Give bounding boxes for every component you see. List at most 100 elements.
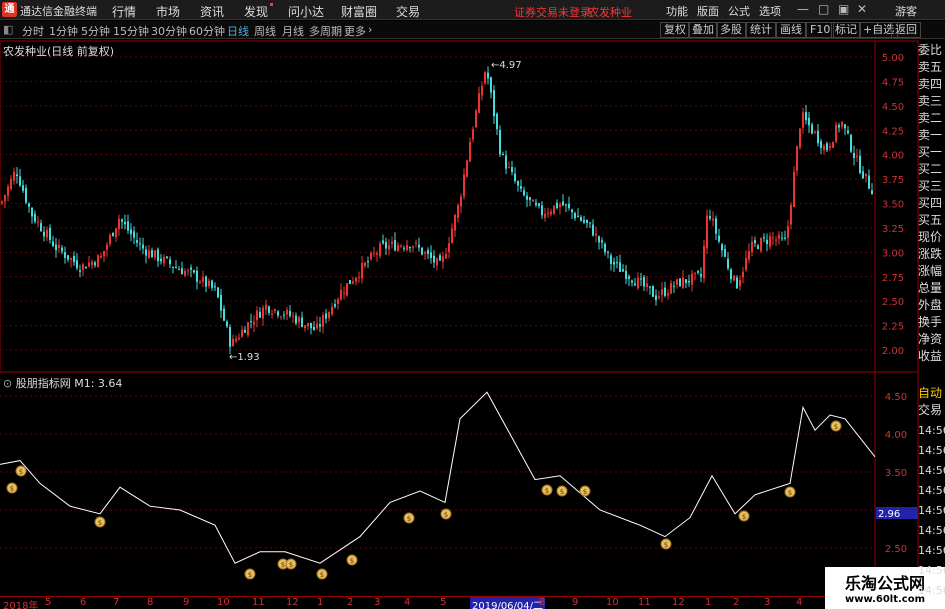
trade-time: 14:56 xyxy=(918,564,945,577)
candle-body xyxy=(829,146,831,148)
candle-body xyxy=(826,143,828,150)
money-bag-glyph: $ xyxy=(788,489,792,497)
month-tick-label: 2 xyxy=(733,597,740,608)
candle-body xyxy=(58,244,60,249)
price-tick-label: 3.75 xyxy=(882,175,904,186)
candle-body xyxy=(40,223,42,232)
candle-body xyxy=(616,262,618,264)
candle-body xyxy=(802,112,804,128)
candle-body xyxy=(835,124,837,142)
candle-body xyxy=(499,130,501,155)
candle-body xyxy=(397,245,399,251)
quote-field-label: 买二 xyxy=(918,162,943,176)
candle-body xyxy=(631,280,633,283)
quote-field-label: 买五 xyxy=(918,213,943,227)
candle-body xyxy=(370,252,372,260)
candle-body xyxy=(103,250,105,257)
candle-body xyxy=(4,195,6,202)
candle-body xyxy=(739,279,741,287)
candle-body xyxy=(124,221,126,225)
candle-body xyxy=(841,121,843,127)
candle-body xyxy=(322,315,324,328)
candle-body xyxy=(292,315,294,317)
candle-body xyxy=(70,258,72,260)
candle-body xyxy=(61,247,63,252)
candle-body xyxy=(688,281,690,283)
candle-body xyxy=(187,270,189,272)
month-tick-label: 4 xyxy=(404,597,411,608)
candle-body xyxy=(295,315,297,324)
quote-field-label: 委比 xyxy=(918,43,943,57)
candle-body xyxy=(364,262,366,266)
candle-body xyxy=(694,272,696,274)
candle-body xyxy=(727,258,729,269)
candle-body xyxy=(256,310,258,321)
candle-body xyxy=(466,160,468,177)
date-axis: 2019/06/04/二 2018年 5 6 7 8 9 10 11 12 1 2 3 4 5 8 9 10 11… xyxy=(0,596,945,609)
trade-label[interactable]: 交易 xyxy=(918,402,945,418)
quote-panel: 委比 卖五 卖四 卖三 卖二 卖一 买一 买二 买三 买四 买五 现价 涨跌 涨幅 总量 外盘 换手 净资 收益 xyxy=(918,42,945,382)
candle-body xyxy=(517,181,519,186)
candle-body xyxy=(10,178,12,189)
candle-body xyxy=(697,271,699,273)
candle-body xyxy=(706,215,708,249)
quote-field-label: 涨跌 xyxy=(918,247,943,261)
candle-body xyxy=(850,134,852,152)
trade-time: 14:56 xyxy=(918,504,945,517)
candle-body xyxy=(442,256,444,262)
month-tick-label: 4 xyxy=(796,597,803,608)
quote-field-label: 换手 xyxy=(918,315,943,329)
money-bag-glyph: $ xyxy=(281,561,285,569)
candle-body xyxy=(652,286,654,297)
money-bag-glyph: $ xyxy=(320,571,324,579)
money-bag-glyph: $ xyxy=(742,513,746,521)
price-tick-label: 3.00 xyxy=(882,248,904,259)
candle-body xyxy=(634,283,636,286)
auto-trade-toggle[interactable]: 自动 xyxy=(918,385,945,401)
candle-body xyxy=(130,229,132,235)
candle-body xyxy=(325,313,327,319)
candle-body xyxy=(868,175,870,189)
quote-field-label: 总量 xyxy=(918,281,943,295)
candle-body xyxy=(832,141,834,148)
candle-body xyxy=(91,261,93,266)
candle-body xyxy=(304,325,306,329)
quote-field-label: 外盘 xyxy=(918,298,943,312)
candle-body xyxy=(259,311,261,318)
kline-chart[interactable]: $ $ $ $ $ $ $ $ $ $ $ $ $ $ $ $ $ 5.00 4.75 4.50 4.25 4.00 3.… xyxy=(0,0,945,609)
candle-body xyxy=(553,205,555,214)
candle-body xyxy=(490,77,492,93)
candle-body xyxy=(685,279,687,283)
candle-body xyxy=(838,125,840,128)
candle-body xyxy=(754,240,756,244)
candle-body xyxy=(268,306,270,313)
candle-body xyxy=(355,277,357,282)
candle-body xyxy=(316,323,318,329)
money-bag-glyph: $ xyxy=(834,423,838,431)
price-tick-label: 2.00 xyxy=(882,346,904,357)
candle-body xyxy=(670,282,672,294)
candle-body xyxy=(865,173,867,177)
candle-body xyxy=(136,240,138,243)
candle-body xyxy=(280,316,282,318)
indicator-collapse-icon[interactable]: ⊙ xyxy=(3,377,16,390)
candle-body xyxy=(415,242,417,244)
candle-body xyxy=(175,267,177,269)
candle-body xyxy=(307,323,309,327)
candle-body xyxy=(373,253,375,255)
month-tick-label: 12 xyxy=(672,597,685,608)
quote-field-label: 卖二 xyxy=(918,111,943,125)
candle-body xyxy=(430,252,432,258)
candle-body xyxy=(394,240,396,251)
candle-body xyxy=(760,238,762,252)
month-tick-label: 5 xyxy=(45,597,52,608)
candle-body xyxy=(196,270,198,282)
candle-body xyxy=(412,246,414,248)
candle-body xyxy=(871,190,873,195)
candle-body xyxy=(352,281,354,284)
candle-body xyxy=(532,199,534,202)
candle-body xyxy=(94,262,96,266)
candle-body xyxy=(238,337,240,339)
candle-body xyxy=(334,304,336,307)
candle-body xyxy=(406,245,408,251)
